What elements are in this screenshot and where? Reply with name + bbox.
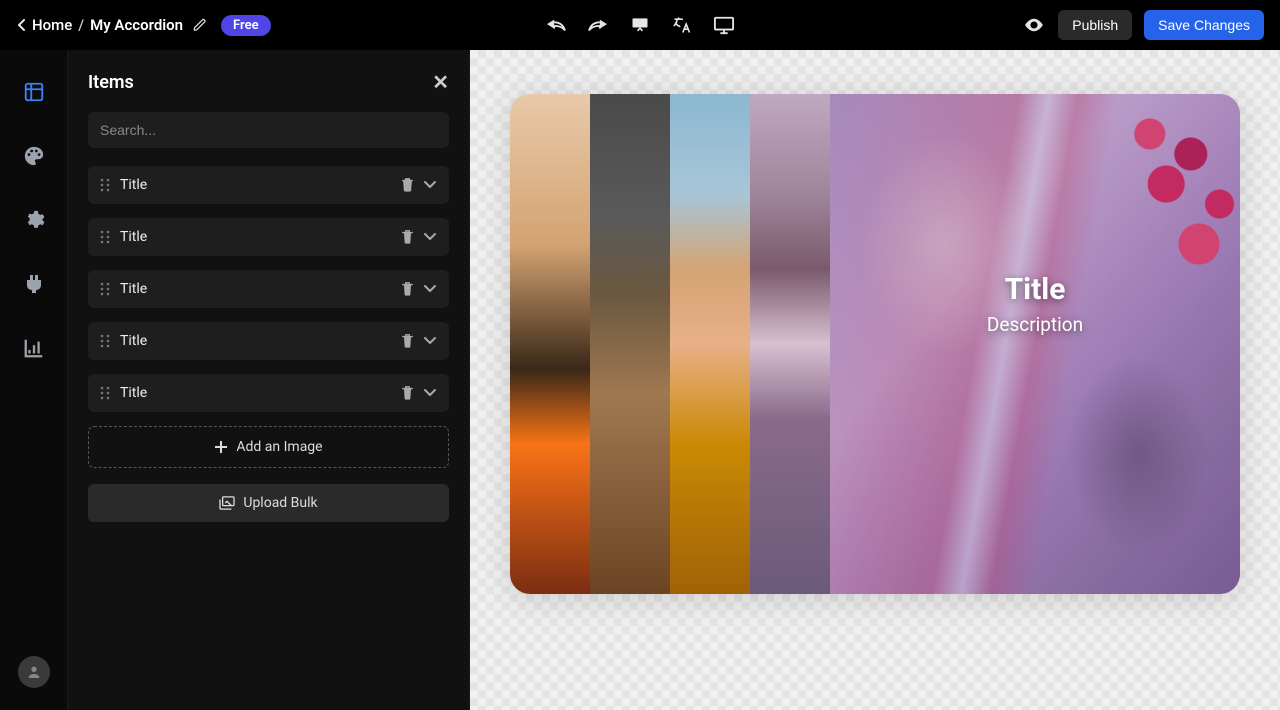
upload-bulk-button[interactable]: Upload Bulk [88, 484, 449, 522]
rail-settings-icon[interactable] [16, 202, 52, 238]
accordion-slice[interactable] [510, 94, 590, 594]
chevron-down-icon[interactable] [423, 284, 437, 294]
rail-analytics-icon[interactable] [16, 330, 52, 366]
preview-canvas: Title Description [470, 50, 1280, 710]
chevron-down-icon[interactable] [423, 336, 437, 346]
drag-handle-icon[interactable] [100, 230, 110, 244]
topbar-right: Publish Save Changes [1022, 10, 1264, 40]
translate-icon[interactable] [670, 13, 694, 37]
rail-items-icon[interactable] [16, 74, 52, 110]
breadcrumb-separator: / [78, 16, 84, 34]
item-label: Title [120, 229, 400, 245]
drag-handle-icon[interactable] [100, 386, 110, 400]
preview-eye-icon[interactable] [1022, 13, 1046, 37]
chevron-down-icon[interactable] [423, 388, 437, 398]
item-label: Title [120, 281, 400, 297]
save-changes-button[interactable]: Save Changes [1144, 10, 1264, 40]
chevron-down-icon[interactable] [423, 232, 437, 242]
item-label: Title [120, 177, 400, 193]
list-item[interactable]: Title [88, 218, 449, 256]
top-bar: Home / My Accordion Free Publish [0, 0, 1280, 50]
panel-header: Items ✕ [88, 70, 449, 94]
items-panel: Items ✕ Title Title Title Title [68, 50, 470, 710]
accordion-preview[interactable]: Title Description [510, 94, 1240, 594]
edit-icon[interactable] [193, 18, 207, 32]
delete-icon[interactable] [400, 333, 415, 349]
accordion-slice[interactable] [750, 94, 830, 594]
drag-handle-icon[interactable] [100, 178, 110, 192]
drag-handle-icon[interactable] [100, 334, 110, 348]
accordion-slice[interactable] [670, 94, 750, 594]
panel-title: Items [88, 72, 134, 93]
list-item[interactable]: Title [88, 322, 449, 360]
topbar-left: Home / My Accordion Free [16, 15, 271, 36]
close-icon[interactable]: ✕ [432, 70, 449, 94]
chevron-down-icon[interactable] [423, 180, 437, 190]
slice-overlay [830, 94, 1240, 594]
rail-palette-icon[interactable] [16, 138, 52, 174]
undo-icon[interactable] [544, 13, 568, 37]
delete-icon[interactable] [400, 281, 415, 297]
list-item[interactable]: Title [88, 270, 449, 308]
upload-bulk-label: Upload Bulk [243, 495, 317, 511]
redo-icon[interactable] [586, 13, 610, 37]
delete-icon[interactable] [400, 177, 415, 193]
rail-user-avatar[interactable] [18, 656, 50, 688]
delete-icon[interactable] [400, 229, 415, 245]
slice-text: Title Description [987, 272, 1083, 336]
delete-icon[interactable] [400, 385, 415, 401]
images-icon [219, 496, 235, 510]
slice-description: Description [987, 313, 1083, 336]
add-image-button[interactable]: Add an Image [88, 426, 449, 468]
item-label: Title [120, 385, 400, 401]
desktop-preview-icon[interactable] [712, 13, 736, 37]
plus-icon [214, 440, 228, 454]
item-label: Title [120, 333, 400, 349]
breadcrumb: Home / My Accordion [16, 16, 207, 34]
list-item[interactable]: Title [88, 374, 449, 412]
accordion-slice[interactable] [590, 94, 670, 594]
publish-menu-icon[interactable] [628, 13, 652, 37]
list-item[interactable]: Title [88, 166, 449, 204]
breadcrumb-home[interactable]: Home [32, 16, 72, 34]
breadcrumb-current[interactable]: My Accordion [90, 16, 183, 34]
accordion-slice-expanded[interactable]: Title Description [830, 94, 1240, 594]
publish-button[interactable]: Publish [1058, 10, 1132, 40]
slice-title: Title [987, 272, 1083, 307]
left-rail [0, 50, 68, 710]
topbar-center [544, 13, 736, 37]
add-image-label: Add an Image [236, 439, 322, 455]
plan-badge: Free [221, 15, 271, 36]
drag-handle-icon[interactable] [100, 282, 110, 296]
rail-plugin-icon[interactable] [16, 266, 52, 302]
avatar-icon [18, 656, 50, 688]
back-chevron-icon[interactable] [16, 18, 26, 32]
search-input[interactable] [88, 112, 449, 148]
